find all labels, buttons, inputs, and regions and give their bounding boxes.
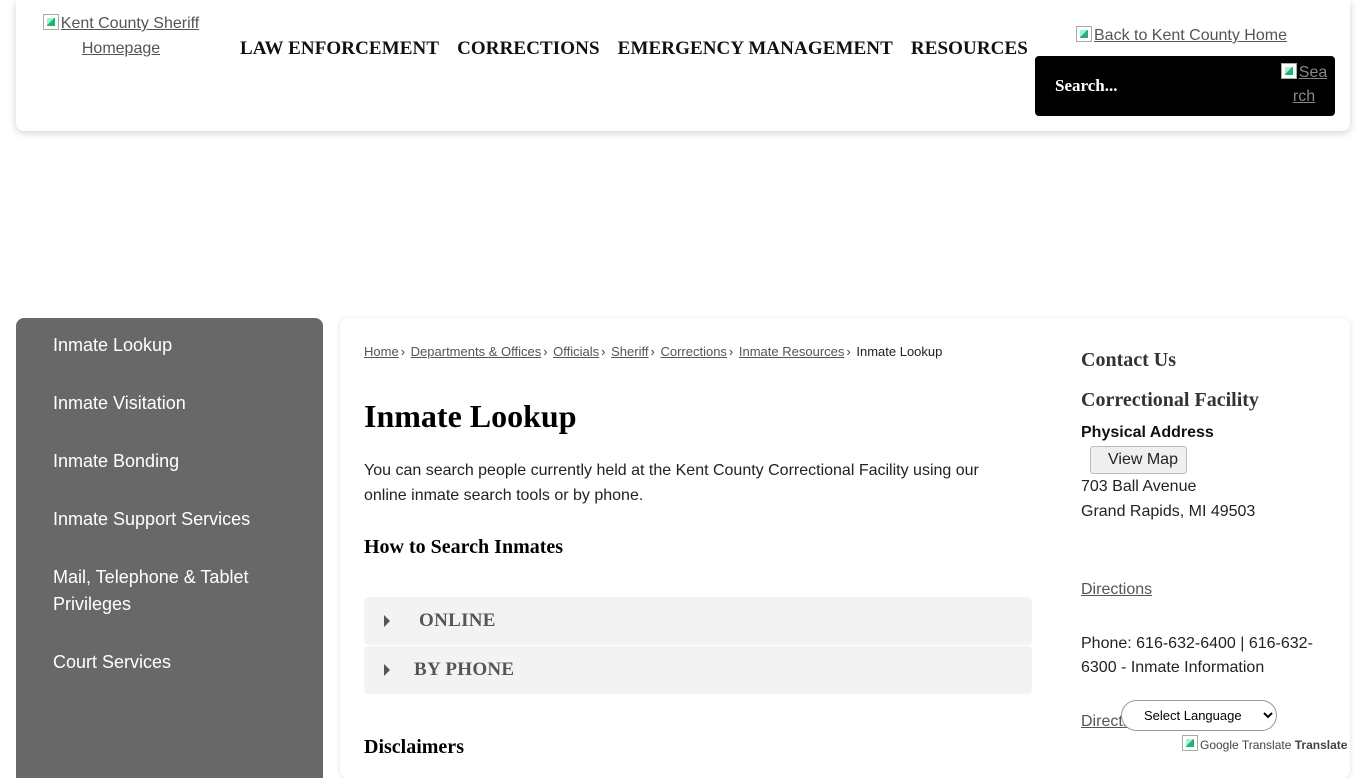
accordion-by-phone-label: BY PHONE [414, 659, 515, 680]
breadcrumb-current: Inmate Lookup [856, 344, 943, 359]
facility-heading: Correctional Facility [1081, 389, 1259, 411]
breadcrumb-sheriff[interactable]: Sheriff [611, 344, 648, 359]
site-header: Kent County Sheriff Homepage LAW ENFORCE… [16, 0, 1350, 131]
broken-image-icon [1076, 26, 1092, 42]
broken-image-icon [42, 14, 59, 30]
nav-emergency-management[interactable]: EMERGENCY MANAGEMENT [618, 38, 893, 60]
main-nav: LAW ENFORCEMENT CORRECTIONS EMERGENCY MA… [240, 38, 1028, 60]
breadcrumb-corrections[interactable]: Corrections [660, 344, 726, 359]
sidebar-item-inmate-visitation[interactable]: Inmate Visitation [53, 390, 303, 417]
breadcrumb: Home › Departments & Offices › Officials › … [364, 344, 942, 359]
search-button[interactable]: Search [1279, 61, 1329, 109]
accordion-by-phone[interactable]: BY PHONE [364, 646, 1032, 694]
broken-image-icon [1182, 735, 1198, 751]
sheriff-logo-link[interactable]: Kent County Sheriff Homepage [32, 11, 210, 61]
caret-right-icon [384, 615, 390, 627]
intro-text: You can search people currently held at … [364, 462, 979, 504]
sidebar-item-inmate-bonding[interactable]: Inmate Bonding [53, 448, 303, 475]
breadcrumb-separator: › [846, 344, 851, 359]
address-line-2: Grand Rapids, MI 49503 [1081, 503, 1256, 520]
physical-address-label: Physical Address [1081, 424, 1214, 441]
accordion-online-label: ONLINE [419, 610, 496, 631]
breadcrumb-departments[interactable]: Departments & Offices [411, 344, 542, 359]
logo-alt-text: Kent County Sheriff Homepage [60, 15, 200, 57]
nav-law-enforcement[interactable]: LAW ENFORCEMENT [240, 38, 439, 60]
back-link-text: Back to Kent County Home [1094, 27, 1287, 44]
breadcrumb-separator: › [728, 344, 734, 359]
contact-us-heading: Contact Us [1081, 349, 1176, 371]
search-button-alt: Search [1292, 64, 1328, 105]
search-box[interactable]: Search... Search [1035, 56, 1335, 116]
back-to-county-home-link[interactable]: Back to Kent County Home [1076, 26, 1287, 45]
sidebar-item-court-services[interactable]: Court Services [53, 649, 303, 676]
breadcrumb-separator: › [543, 344, 548, 359]
page-title: Inmate Lookup [364, 398, 577, 434]
directions-link[interactable]: Directions [1081, 581, 1152, 599]
accordion-online[interactable]: ONLINE [364, 597, 1032, 645]
nav-corrections[interactable]: CORRECTIONS [457, 38, 600, 60]
broken-image-icon [1280, 63, 1297, 79]
google-translate-img-alt: Google Translate [1200, 738, 1292, 752]
sidebar-item-inmate-support-services[interactable]: Inmate Support Services [53, 506, 303, 533]
breadcrumb-separator: › [601, 344, 606, 359]
search-input[interactable]: Search... [1055, 76, 1118, 96]
disclaimers-heading: Disclaimers [364, 736, 464, 758]
breadcrumb-inmate-resources[interactable]: Inmate Resources [739, 344, 845, 359]
breadcrumb-separator: › [400, 344, 406, 359]
phone-info: Phone: 616-632-6400 | 616-632-6300 - Inm… [1081, 635, 1313, 676]
nav-resources[interactable]: RESOURCES [911, 38, 1028, 60]
view-map-button[interactable]: View Map [1090, 446, 1187, 474]
caret-right-icon [384, 664, 390, 676]
how-to-search-heading: How to Search Inmates [364, 536, 564, 558]
sidebar-item-mail-telephone-tablet[interactable]: Mail, Telephone & Tablet Privileges [53, 564, 303, 618]
google-translate-credit[interactable]: Google Translate Translate [1182, 735, 1347, 752]
language-select[interactable]: Select Language [1121, 700, 1277, 731]
breadcrumb-separator: › [650, 344, 655, 359]
sidebar-item-inmate-lookup[interactable]: Inmate Lookup [53, 332, 303, 359]
translate-credit-text: Translate [1294, 738, 1348, 752]
breadcrumb-home[interactable]: Home [364, 344, 399, 359]
breadcrumb-officials[interactable]: Officials [553, 344, 599, 359]
address-line-1: 703 Ball Avenue [1081, 478, 1197, 495]
sidebar-nav: Inmate Lookup Inmate Visitation Inmate B… [16, 318, 323, 778]
